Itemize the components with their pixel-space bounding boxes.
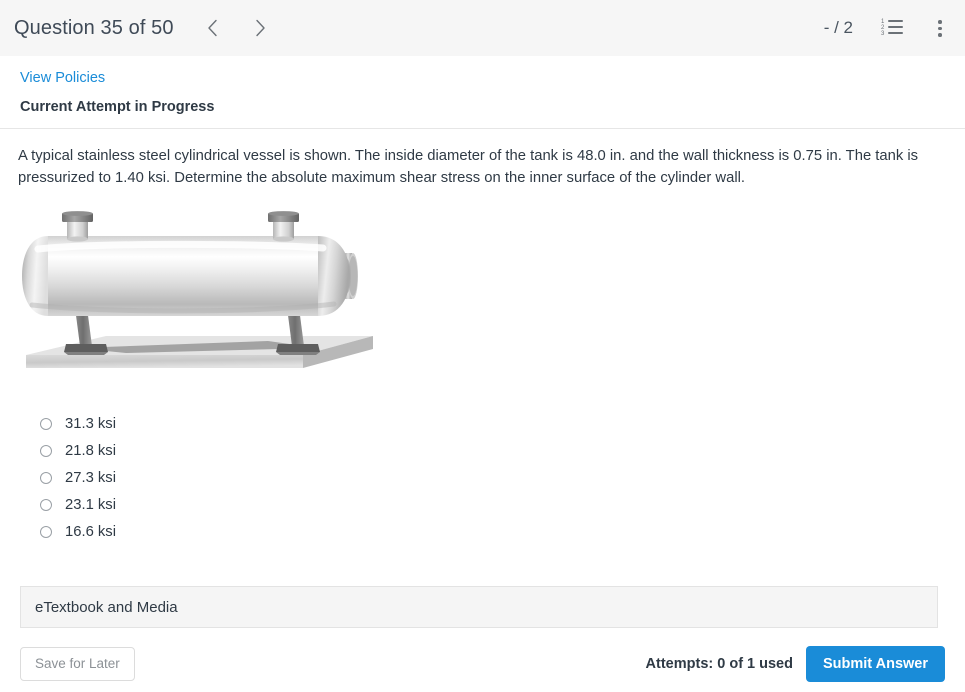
radio-button[interactable] (40, 498, 52, 511)
radio-button[interactable] (40, 471, 52, 484)
status-area: View Policies Current Attempt in Progres… (0, 56, 965, 115)
answer-option-label: 31.3 ksi (65, 415, 116, 432)
question-body: A typical stainless steel cylindrical ve… (0, 129, 965, 545)
question-header: Question 35 of 50 - / 2 1 2 3 (0, 0, 965, 56)
question-footer: Save for Later Attempts: 0 of 1 used Sub… (0, 636, 965, 692)
horizontal-cylindrical-pressure-vessel-diagram (18, 205, 378, 380)
list-icon-bar (888, 32, 903, 35)
etextbook-and-media-panel[interactable]: eTextbook and Media (20, 586, 938, 628)
attempts-counter: Attempts: 0 of 1 used (645, 656, 793, 672)
list-icon-number-3: 3 (881, 31, 885, 37)
answer-option-label: 21.8 ksi (65, 442, 116, 459)
page-title: Question 35 of 50 (14, 16, 174, 39)
radio-button[interactable] (40, 417, 52, 430)
answer-option[interactable]: 31.3 ksi (40, 410, 947, 437)
question-navigation (200, 15, 274, 41)
list-icon-bar (888, 20, 903, 23)
list-icon-bar (888, 26, 903, 29)
save-for-later-button[interactable]: Save for Later (20, 647, 135, 681)
score-display: - / 2 (823, 18, 853, 37)
kebab-menu-icon[interactable] (931, 19, 949, 37)
answer-option-label: 23.1 ksi (65, 496, 116, 513)
footer-right-group: Attempts: 0 of 1 used Submit Answer (645, 645, 945, 683)
radio-button[interactable] (40, 525, 52, 538)
chevron-right-icon[interactable] (248, 15, 274, 41)
question-text: A typical stainless steel cylindrical ve… (18, 148, 919, 186)
radio-button[interactable] (40, 444, 52, 457)
attempt-status-label: Current Attempt in Progress (20, 99, 215, 115)
answer-option[interactable]: 23.1 ksi (40, 491, 947, 518)
answer-option-label: 27.3 ksi (65, 469, 116, 486)
etextbook-and-media-label: eTextbook and Media (35, 598, 178, 616)
answer-option[interactable]: 21.8 ksi (40, 437, 947, 464)
chevron-left-icon[interactable] (200, 15, 226, 41)
answer-option[interactable]: 16.6 ksi (40, 518, 947, 545)
answer-options: 31.3 ksi 21.8 ksi 27.3 ksi 23.1 ksi 16.6… (18, 410, 947, 545)
numbered-list-icon[interactable]: 1 2 3 (881, 19, 903, 37)
answer-option-label: 16.6 ksi (65, 523, 116, 540)
answer-option[interactable]: 27.3 ksi (40, 464, 947, 491)
view-policies-link[interactable]: View Policies (18, 56, 105, 86)
header-actions: - / 2 1 2 3 (824, 18, 949, 38)
submit-answer-button[interactable]: Submit Answer (805, 645, 945, 683)
vessel-shell (22, 236, 350, 316)
